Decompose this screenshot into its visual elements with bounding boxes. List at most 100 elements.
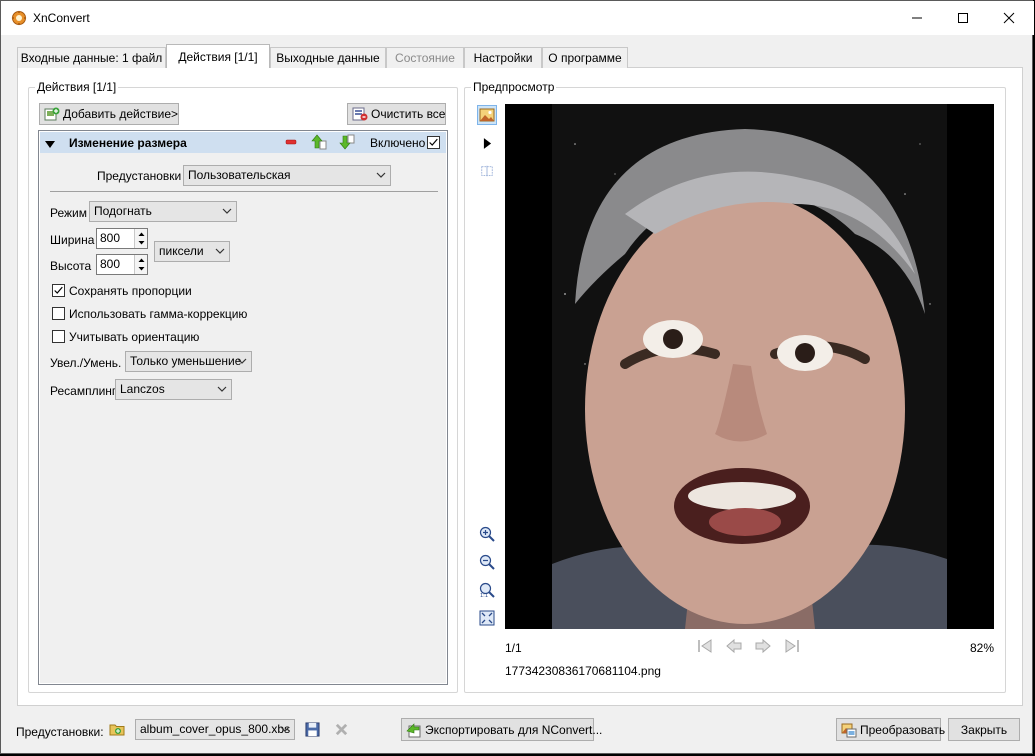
remove-action-icon[interactable] <box>284 135 298 152</box>
bottom-presets-label: Предустановки: <box>16 725 104 739</box>
image-icon <box>479 108 495 122</box>
width-input[interactable]: 800 <box>96 228 148 249</box>
resample-label: Ресамплинг <box>50 384 117 398</box>
open-preset-button[interactable] <box>109 721 125 740</box>
clear-all-label: Очистить все <box>371 107 446 121</box>
enlarge-select[interactable]: Только уменьшение <box>125 351 252 372</box>
last-image-button[interactable] <box>783 638 801 654</box>
stepper-arrows-icon <box>138 258 145 271</box>
convert-label: Преобразовать <box>860 722 946 737</box>
skip-last-icon <box>785 639 799 653</box>
arrow-right-icon <box>755 638 771 654</box>
portrait-photo <box>505 104 994 629</box>
collapse-triangle-icon[interactable] <box>45 138 55 152</box>
svg-text:1:1: 1:1 <box>480 593 488 598</box>
split-view-icon <box>481 165 493 177</box>
clear-all-icon <box>352 106 368 122</box>
action-title: Изменение размера <box>69 136 187 150</box>
zoom-actual-size-icon: 1:1 <box>479 582 495 598</box>
height-label: Высота <box>50 259 92 273</box>
height-value: 800 <box>100 257 121 271</box>
presets-label: Предустановки <box>97 169 182 183</box>
width-label: Ширина <box>50 233 95 247</box>
move-down-icon[interactable] <box>339 134 355 153</box>
action-header-resize[interactable]: Изменение размера Включено <box>40 132 446 153</box>
zoom-actual-button[interactable]: 1:1 <box>477 580 497 600</box>
chevron-down-icon <box>217 386 227 392</box>
preset-file-value: album_cover_opus_800.xbs <box>140 722 291 736</box>
resample-value: Lanczos <box>120 382 165 396</box>
separator <box>50 191 438 192</box>
add-action-button[interactable]: Добавить действие> <box>39 103 179 125</box>
tab-output[interactable]: Выходные данные <box>270 47 386 68</box>
minimize-button[interactable] <box>894 1 940 35</box>
action-settings: Предустановки Пользовательская Режим Под… <box>40 153 446 683</box>
convert-button[interactable]: Преобразовать <box>836 718 945 741</box>
close-dialog-label: Закрыть <box>960 722 1008 737</box>
xnconvert-logo-icon <box>11 10 27 26</box>
unit-value: пиксели <box>159 244 204 258</box>
delete-preset-button[interactable] <box>334 722 349 740</box>
delete-icon <box>335 723 348 736</box>
gamma-label[interactable]: Использовать гамма-коррекцию <box>69 307 247 321</box>
zoom-in-button[interactable] <box>477 524 497 544</box>
tab-actions[interactable]: Действия [1/1] <box>166 44 270 68</box>
add-action-icon <box>44 106 60 122</box>
tab-about[interactable]: О программе <box>542 47 628 68</box>
keep-ratio-label[interactable]: Сохранять пропорции <box>69 284 192 298</box>
first-image-button[interactable] <box>696 638 714 654</box>
mode-select[interactable]: Подогнать <box>89 201 237 222</box>
add-action-label: Добавить действие> <box>63 107 179 121</box>
actions-group-title: Действия [1/1] <box>35 80 119 94</box>
zoom-out-button[interactable] <box>477 552 497 572</box>
move-up-icon[interactable] <box>311 134 327 153</box>
close-icon <box>1003 12 1015 24</box>
zoom-in-icon <box>479 526 495 542</box>
close-button[interactable] <box>986 1 1032 35</box>
close-dialog-button[interactable]: Закрыть <box>948 718 1020 741</box>
tab-status[interactable]: Состояние <box>386 47 464 68</box>
zoom-level: 82% <box>970 641 995 655</box>
export-nconvert-label: Экспортировать для NConvert... <box>425 722 603 737</box>
gamma-checkbox[interactable] <box>52 307 65 320</box>
keep-ratio-checkbox[interactable] <box>52 284 65 297</box>
mode-label: Режим <box>50 206 87 220</box>
chevron-down-icon <box>237 358 247 364</box>
presets-select[interactable]: Пользовательская <box>183 165 391 186</box>
fit-to-window-button[interactable] <box>477 608 497 628</box>
unit-select[interactable]: пиксели <box>154 241 230 262</box>
play-button[interactable] <box>477 133 497 153</box>
width-stepper[interactable] <box>134 229 147 248</box>
height-input[interactable]: 800 <box>96 254 148 275</box>
next-image-button[interactable] <box>754 638 772 654</box>
tab-settings[interactable]: Настройки <box>464 47 542 68</box>
convert-icon <box>841 722 857 738</box>
maximize-button[interactable] <box>940 1 986 35</box>
window-title: XnConvert <box>33 11 90 25</box>
save-preset-button[interactable] <box>305 722 320 740</box>
export-nconvert-button[interactable]: Экспортировать для NConvert... <box>401 718 602 741</box>
presets-value: Пользовательская <box>188 168 291 182</box>
actions-list: Изменение размера Включено Предустановки… <box>38 130 448 685</box>
previous-image-button[interactable] <box>725 638 743 654</box>
clear-all-button[interactable]: Очистить все <box>347 103 446 125</box>
enlarge-value: Только уменьшение <box>130 354 242 368</box>
folder-open-icon <box>109 724 125 736</box>
preset-file-select[interactable]: album_cover_opus_800.xbs <box>135 719 295 740</box>
orientation-checkbox[interactable] <box>52 330 65 343</box>
chevron-down-icon <box>222 208 232 214</box>
preview-image[interactable] <box>505 104 994 629</box>
tab-input[interactable]: Входные данные: 1 файл <box>17 47 166 68</box>
enabled-checkbox[interactable] <box>427 136 440 149</box>
fit-to-window-icon <box>479 610 495 626</box>
compare-button[interactable] <box>477 161 497 181</box>
enlarge-label: Увел./Умень. <box>50 356 122 370</box>
app-window: XnConvert Входные данные: 1 файл Действи… <box>0 0 1034 754</box>
title-bar[interactable]: XnConvert <box>1 1 1034 35</box>
arrow-left-icon <box>726 638 742 654</box>
show-original-button[interactable] <box>477 105 497 125</box>
height-stepper[interactable] <box>134 255 147 274</box>
resample-select[interactable]: Lanczos <box>115 379 232 400</box>
preview-filename: 17734230836170681104.png <box>505 664 661 678</box>
orientation-label[interactable]: Учитывать ориентацию <box>69 330 199 344</box>
